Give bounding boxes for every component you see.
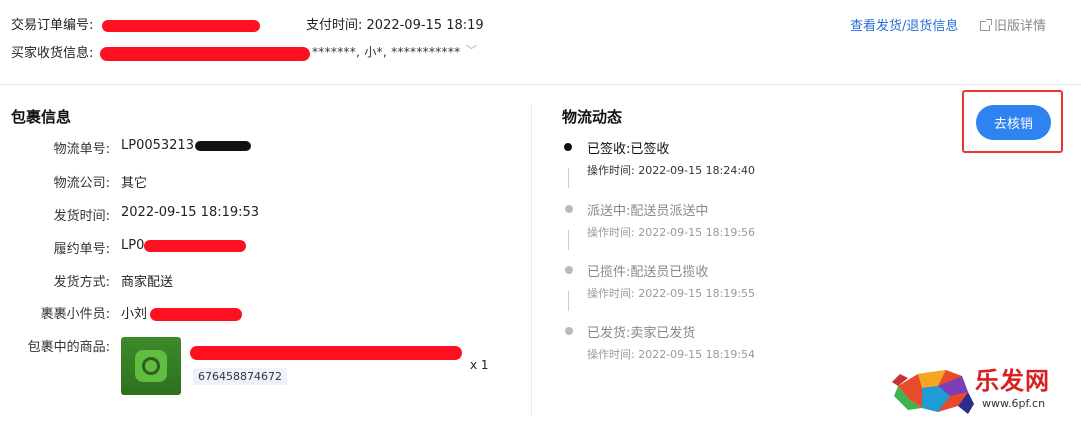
header-divider <box>0 84 1081 85</box>
timeline-time: 操作时间: 2022-09-15 18:19:54 <box>587 348 756 361</box>
field-value: LP0053213 <box>121 138 251 153</box>
field-label: 包裹中的商品: <box>27 340 110 355</box>
product-name-redaction <box>190 346 462 360</box>
timeline-status: 派送中:配送员派送中 <box>587 204 709 219</box>
old-detail-link[interactable]: 旧版详情 <box>980 15 1046 34</box>
order-number-row: 交易订单编号: <box>11 14 260 33</box>
pay-time-value: 2022-09-15 18:19 <box>366 18 484 33</box>
timeline-dot-active <box>564 143 572 151</box>
order-number-label: 交易订单编号: <box>11 18 94 33</box>
buyer-masked-info: *******, 小*, *********** <box>312 45 461 59</box>
field-label: 物流公司: <box>53 176 110 191</box>
timeline-status: 已签收:已签收 <box>587 142 670 157</box>
timeline-status: 已揽件:配送员已揽收 <box>587 265 709 280</box>
field-label: 发货时间: <box>53 209 110 224</box>
field-label: 履约单号: <box>53 242 110 257</box>
watermark-url: www.6pf.cn <box>982 397 1046 410</box>
package-info-title: 包裹信息 <box>11 108 72 126</box>
buyer-info-label: 买家收货信息: <box>11 46 94 61</box>
timeline-status: 已发货:卖家已发货 <box>587 326 696 341</box>
timeline-line <box>568 230 569 250</box>
buyer-info-redaction <box>99 46 310 61</box>
field-value: 商家配送 <box>121 275 174 290</box>
product-thumbnail[interactable] <box>121 337 181 395</box>
timeline-line <box>568 168 569 188</box>
app-icon <box>135 350 167 382</box>
fulfillment-redaction <box>144 239 247 252</box>
pay-time-label: 支付时间: <box>306 18 363 33</box>
field-value: 其它 <box>121 176 148 191</box>
tracking-redaction <box>194 140 251 151</box>
view-logistics-link[interactable]: 查看发货/退货信息 <box>850 15 958 34</box>
field-value: LP0 <box>121 238 247 253</box>
courier-redaction <box>150 308 243 321</box>
writeoff-button[interactable]: 去核销 <box>976 105 1051 140</box>
field-label: 发货方式: <box>53 275 110 290</box>
logistics-title: 物流动态 <box>562 108 623 126</box>
product-quantity: x 1 <box>470 358 489 372</box>
column-divider <box>531 104 532 416</box>
field-label: 裹裹小件员: <box>40 307 110 322</box>
chevron-down-icon[interactable]: ﹀ <box>466 42 477 58</box>
timeline-time: 操作时间: 2022-09-15 18:24:40 <box>587 164 756 177</box>
sku-tag: 676458874672 <box>193 368 287 385</box>
order-number-redaction <box>101 19 260 32</box>
timeline-dot <box>565 327 573 335</box>
timeline-line <box>568 291 569 311</box>
field-label: 物流单号: <box>53 142 110 157</box>
timeline-dot <box>565 266 573 274</box>
buyer-info-row: 买家收货信息: <box>11 42 310 61</box>
timeline-time: 操作时间: 2022-09-15 18:19:55 <box>587 287 756 300</box>
timeline-time: 操作时间: 2022-09-15 18:19:56 <box>587 226 756 239</box>
old-detail-label: 旧版详情 <box>994 19 1047 34</box>
watermark-text: 乐发网 <box>975 366 1050 395</box>
pay-time: 支付时间: 2022-09-15 18:19 <box>306 14 484 33</box>
field-value: 2022-09-15 18:19:53 <box>121 205 260 220</box>
timeline-dot <box>565 205 573 213</box>
field-value: 小刘 <box>121 303 243 322</box>
external-link-icon <box>980 19 992 31</box>
